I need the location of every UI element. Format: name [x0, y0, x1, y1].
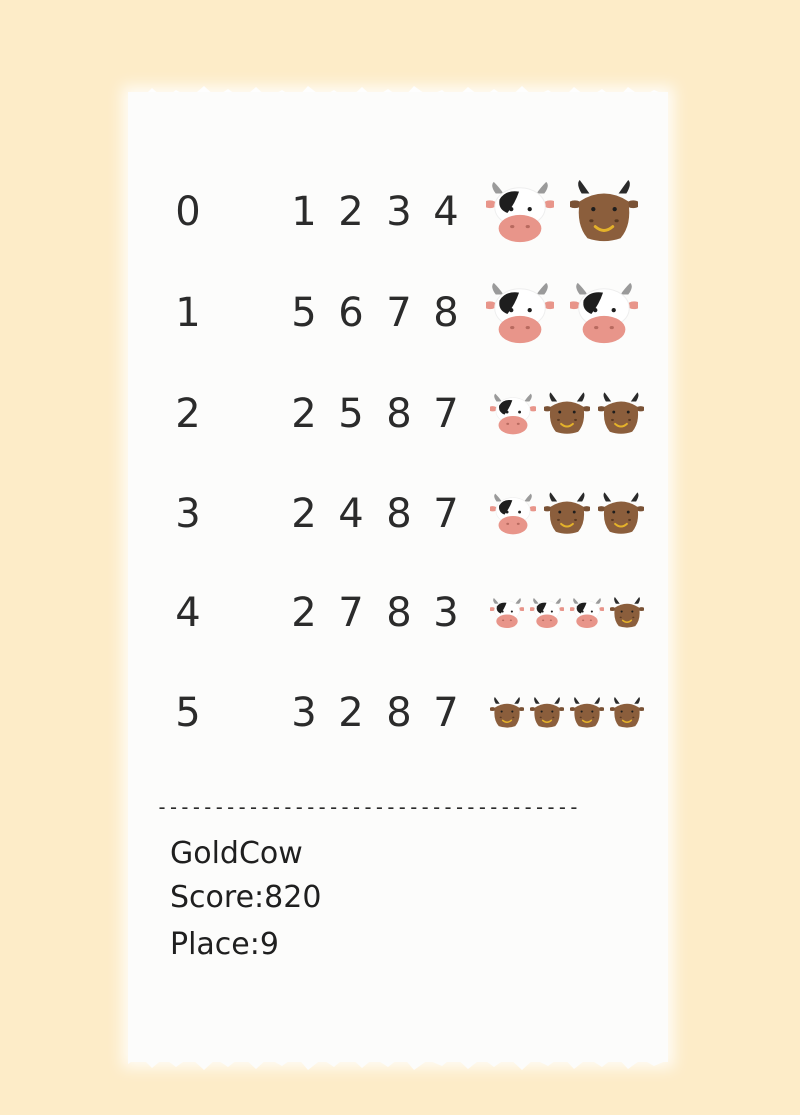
score-label: Score: — [170, 880, 265, 915]
gold-cow-icon — [529, 696, 565, 730]
place-value: 9 — [259, 927, 279, 962]
gold-cow-icon — [542, 491, 592, 537]
guess-index: 3 — [175, 491, 201, 537]
guess-index: 1 — [175, 290, 201, 336]
spotted-cow-icon — [488, 391, 538, 437]
guess-index: 0 — [175, 189, 201, 235]
gold-cow-icon — [568, 178, 640, 246]
score-line: Score:820 — [170, 878, 321, 918]
gold-cow-icon — [489, 696, 525, 730]
gold-cow-icon — [609, 596, 645, 630]
guess-digit: 7 — [386, 290, 412, 336]
gold-cow-icon — [569, 696, 605, 730]
guess-row: 4 2783 — [0, 573, 800, 653]
result-cows — [486, 673, 646, 753]
guess-digit: 7 — [433, 391, 459, 437]
guess-digit: 6 — [338, 290, 364, 336]
guess-digit: 2 — [338, 690, 364, 736]
guess-digit: 8 — [386, 690, 412, 736]
guess-index: 2 — [175, 391, 201, 437]
guess-digit: 4 — [433, 189, 459, 235]
guess-digit: 8 — [433, 290, 459, 336]
place-line: Place:9 — [170, 925, 279, 965]
guess-digit: 2 — [291, 590, 317, 636]
result-cows — [486, 573, 646, 653]
guess-digit: 7 — [338, 590, 364, 636]
guess-digit: 7 — [433, 491, 459, 537]
gold-cow-icon — [596, 491, 646, 537]
guess-digit: 7 — [433, 690, 459, 736]
guess-digit: 8 — [386, 491, 412, 537]
spotted-cow-icon — [483, 279, 557, 347]
spotted-cow-icon — [483, 178, 557, 246]
guess-digit: 3 — [291, 690, 317, 736]
receipt-torn-bottom-edge — [128, 1052, 668, 1070]
spotted-cow-icon — [528, 596, 566, 630]
guess-row: 22587 — [0, 374, 800, 454]
guess-digit: 2 — [291, 491, 317, 537]
player-name: GoldCow — [170, 836, 303, 871]
guess-digit: 3 — [386, 189, 412, 235]
spotted-cow-icon — [568, 596, 606, 630]
guess-row: 0 1234 — [0, 172, 800, 252]
guess-row: 3 2487 — [0, 474, 800, 554]
guess-digit: 4 — [338, 491, 364, 537]
guess-index: 5 — [175, 690, 201, 736]
result-cows — [483, 172, 646, 252]
guess-index: 4 — [175, 590, 201, 636]
place-label: Place: — [170, 927, 260, 962]
guess-digit: 2 — [338, 189, 364, 235]
guess-digit: 2 — [291, 391, 317, 437]
result-cows — [486, 374, 646, 454]
result-cows — [486, 474, 646, 554]
spotted-cow-icon — [567, 279, 641, 347]
receipt-divider: ------------------------------------- — [156, 797, 580, 817]
spotted-cow-icon — [488, 596, 526, 630]
gold-cow-icon — [542, 391, 592, 437]
score-value: 820 — [264, 880, 322, 915]
result-cows — [483, 273, 646, 353]
guess-row: 1 5678 — [0, 273, 800, 353]
guess-digit: 1 — [291, 189, 317, 235]
gold-cow-icon — [596, 391, 646, 437]
guess-digit: 5 — [291, 290, 317, 336]
gold-cow-icon — [609, 696, 645, 730]
guess-digit: 8 — [386, 590, 412, 636]
guess-digit: 8 — [386, 391, 412, 437]
guess-digit: 5 — [338, 391, 364, 437]
spotted-cow-icon — [488, 491, 538, 537]
guess-digit: 3 — [433, 590, 459, 636]
guess-row: 5 3287 — [0, 673, 800, 753]
